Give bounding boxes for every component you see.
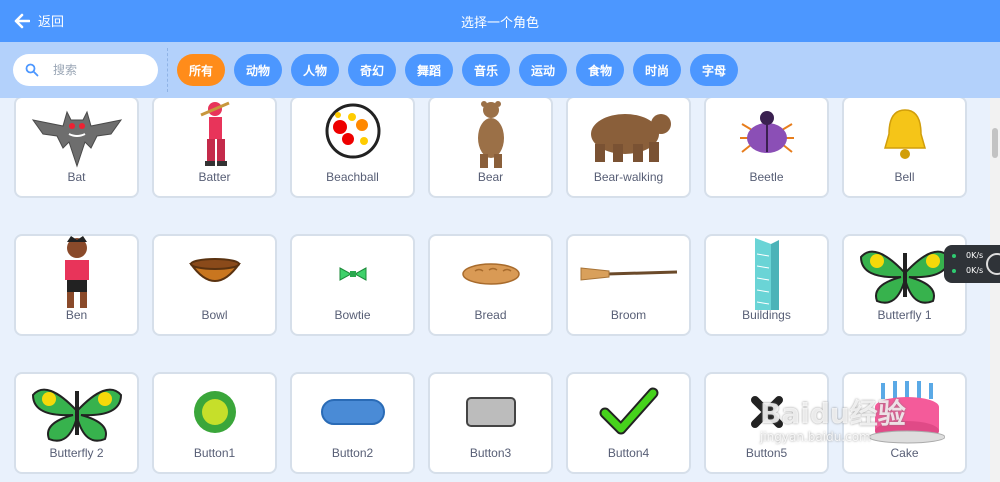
- sprite-name: Beachball: [326, 170, 379, 184]
- scrollbar[interactable]: [990, 98, 1000, 482]
- sprite-name: Bread: [474, 308, 507, 322]
- sprite-card[interactable]: Bear-walking: [566, 98, 691, 198]
- sprite-card[interactable]: Button3: [428, 372, 553, 474]
- page-title: 选择一个角色: [460, 16, 539, 31]
- button-icon: [154, 380, 275, 444]
- sprite-card[interactable]: Button5: [704, 372, 829, 474]
- filter-divider: [167, 48, 168, 92]
- sprite-name: Cake: [890, 446, 919, 460]
- sprite-name: Button5: [745, 446, 788, 460]
- sprite-card[interactable]: Batter: [152, 98, 277, 198]
- upload-speed: 0K/s: [952, 251, 983, 260]
- beetle-icon: [706, 104, 827, 168]
- sprite-name: Bowl: [201, 308, 228, 322]
- bat-icon: [16, 104, 137, 168]
- sprite-name: Button4: [607, 446, 650, 460]
- sprite-name: Bell: [894, 170, 915, 184]
- sprite-name: Batter: [198, 170, 231, 184]
- category-tag[interactable]: 时尚: [633, 54, 681, 86]
- sprite-card[interactable]: Bear: [428, 98, 553, 198]
- bell-icon: [844, 104, 965, 168]
- bear-walking-icon: [568, 104, 689, 168]
- x-icon: [706, 380, 827, 444]
- sprite-name: Broom: [610, 308, 647, 322]
- sprite-card[interactable]: Button1: [152, 372, 277, 474]
- category-tag[interactable]: 舞蹈: [405, 54, 453, 86]
- upload-speed-value: 0K/s: [966, 251, 984, 260]
- sprite-card[interactable]: Bell: [842, 98, 967, 198]
- sprite-name: Butterfly 2: [49, 446, 104, 460]
- category-tags: 所有 动物 人物 奇幻 舞蹈 音乐 运动 食物 时尚 字母: [177, 54, 738, 86]
- checkmark-icon: [568, 380, 689, 444]
- sprite-name: Bat: [67, 170, 86, 184]
- broom-icon: [568, 242, 689, 306]
- button-icon: [292, 380, 413, 444]
- category-tag[interactable]: 动物: [234, 54, 282, 86]
- sprite-card[interactable]: Bread: [428, 234, 553, 336]
- sprite-card[interactable]: Button4: [566, 372, 691, 474]
- sprite-name: Button3: [469, 446, 512, 460]
- scrollbar-thumb[interactable]: [992, 128, 998, 158]
- cake-icon: [844, 380, 965, 444]
- sprite-card[interactable]: Ben: [14, 234, 139, 336]
- sprite-name: Butterfly 1: [877, 308, 932, 322]
- sprite-card[interactable]: Broom: [566, 234, 691, 336]
- sprite-card[interactable]: Buildings: [704, 234, 829, 336]
- sprite-name: Bowtie: [334, 308, 371, 322]
- network-speed-widget: 0K/s 0K/s: [944, 245, 1000, 283]
- category-tag[interactable]: 字母: [690, 54, 738, 86]
- buildings-icon: [706, 238, 827, 310]
- ben-icon: [16, 236, 137, 308]
- sprite-card[interactable]: Button2: [290, 372, 415, 474]
- sprite-card[interactable]: Beetle: [704, 98, 829, 198]
- batter-icon: [154, 101, 275, 168]
- sprite-name: Ben: [65, 308, 88, 322]
- category-tag[interactable]: 运动: [519, 54, 567, 86]
- download-speed: 0K/s: [952, 266, 983, 275]
- bear-icon: [430, 101, 551, 168]
- sprite-name: Beetle: [749, 170, 784, 184]
- sprite-card[interactable]: Butterfly 2: [14, 372, 139, 474]
- category-tag[interactable]: 所有: [177, 54, 225, 86]
- sprite-card[interactable]: Beachball: [290, 98, 415, 198]
- sprite-card[interactable]: Cake: [842, 372, 967, 474]
- sprite-name: Button2: [331, 446, 374, 460]
- category-tag[interactable]: 食物: [576, 54, 624, 86]
- sprite-name: Bear-walking: [593, 170, 664, 184]
- button-icon: [430, 380, 551, 444]
- search-input[interactable]: [53, 63, 143, 77]
- sprite-card[interactable]: Bowl: [152, 234, 277, 336]
- filter-bar: 所有动物人物奇幻舞蹈音乐运动食物时尚字母: [0, 42, 1000, 98]
- bowtie-icon: [292, 242, 413, 306]
- sprite-card[interactable]: Bowtie: [290, 234, 415, 336]
- speed-gauge-icon: [986, 253, 1000, 275]
- sprite-grid: Bat Batter Beachball Bear Bear-walking Beetle…: [0, 98, 990, 482]
- sprite-card[interactable]: Bat: [14, 98, 139, 198]
- category-tag[interactable]: 人物: [291, 54, 339, 86]
- search-icon: [25, 63, 39, 77]
- sprite-name: Bear: [477, 170, 504, 184]
- category-tag[interactable]: 音乐: [462, 54, 510, 86]
- search-box[interactable]: [13, 54, 158, 86]
- sprite-name: Buildings: [742, 308, 791, 322]
- butterfly-icon: [16, 380, 137, 444]
- beachball-icon: [292, 103, 413, 168]
- bread-icon: [430, 242, 551, 306]
- category-tag[interactable]: 奇幻: [348, 54, 396, 86]
- bowl-icon: [154, 242, 275, 306]
- header-bar: 返回 选择一个角色: [0, 0, 1000, 42]
- sprite-name: Button1: [193, 446, 236, 460]
- download-speed-value: 0K/s: [966, 266, 984, 275]
